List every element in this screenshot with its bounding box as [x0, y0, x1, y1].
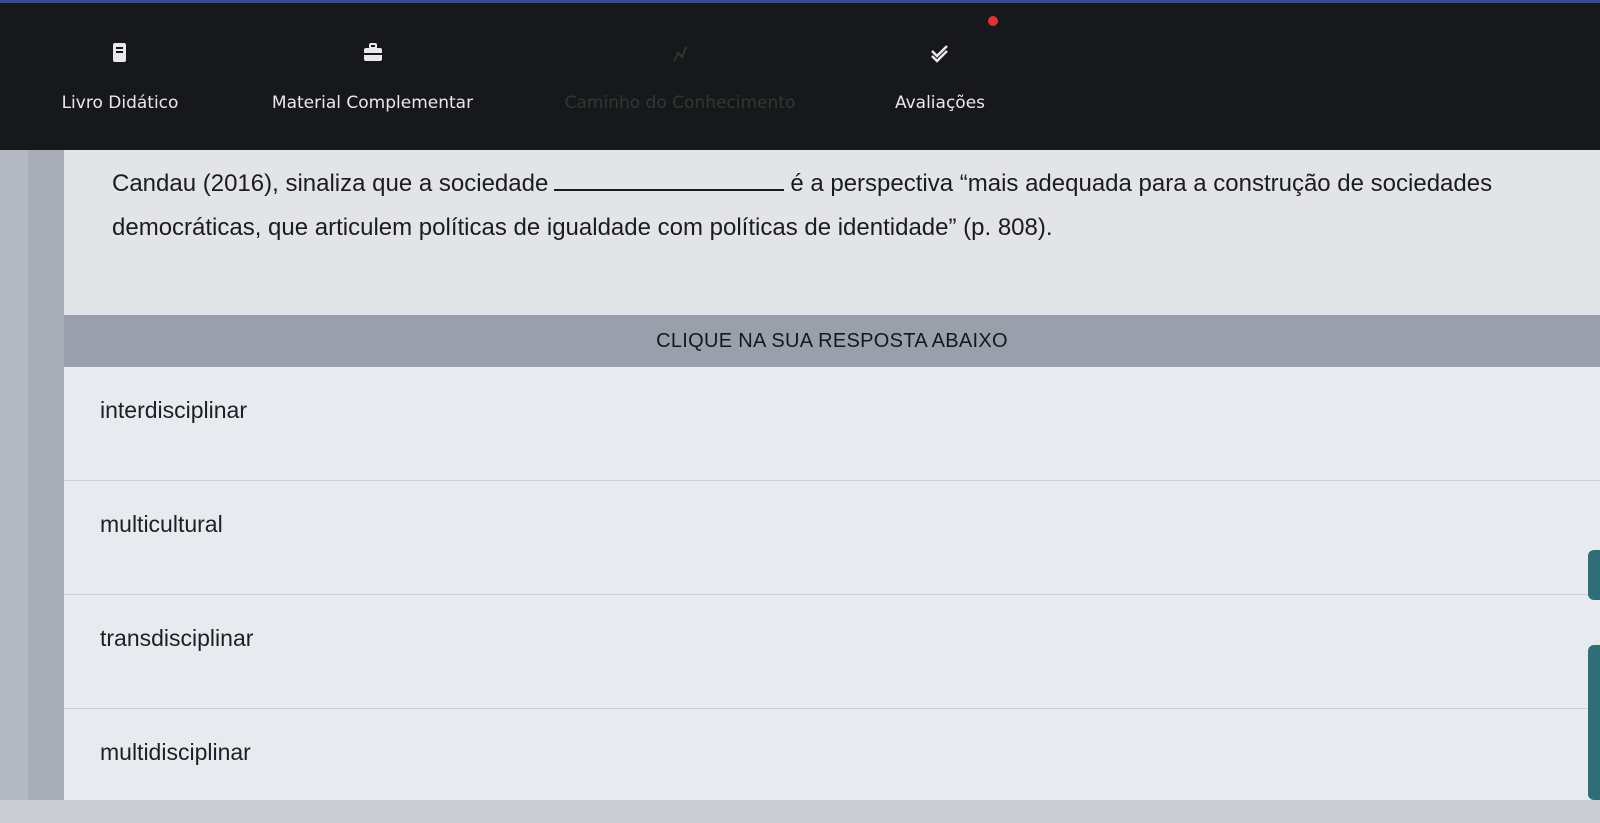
nav-label: Avaliações	[894, 93, 986, 113]
answer-label: multidisciplinar	[100, 739, 251, 765]
answer-option-multicultural[interactable]: multicultural	[64, 481, 1600, 595]
question-text: Candau (2016), sinaliza que a sociedade é…	[112, 162, 1582, 250]
answer-header: CLIQUE NA SUA RESPOSTA ABAIXO	[64, 315, 1600, 367]
question-text-before: Candau (2016), sinaliza que a sociedade	[112, 170, 549, 197]
answer-option-interdisciplinar[interactable]: interdisciplinar	[64, 367, 1600, 481]
nav-label: Material Complementar	[271, 93, 474, 113]
answer-list: interdisciplinar multicultural transdisc…	[64, 367, 1600, 800]
book-icon	[113, 43, 126, 62]
nav-item-avaliacoes[interactable]: Avaliações	[855, 3, 1025, 153]
answer-label: interdisciplinar	[100, 397, 248, 423]
briefcase-icon	[363, 43, 382, 61]
side-collapse-tab[interactable]	[1588, 550, 1600, 600]
answer-option-transdisciplinar[interactable]: transdisciplinar	[64, 595, 1600, 709]
answer-label: multicultural	[100, 511, 223, 537]
notification-dot	[988, 16, 998, 26]
question-blank	[554, 167, 785, 191]
answer-label: transdisciplinar	[100, 625, 254, 651]
answer-option-multidisciplinar[interactable]: multidisciplinar	[64, 709, 1600, 823]
nav-label: Caminho do Conhecimento	[564, 93, 796, 113]
top-navigation: Livro Didático Material Complementar Cam…	[0, 0, 1600, 150]
question-panel: Candau (2016), sinaliza que a sociedade é…	[64, 150, 1600, 315]
left-rail-inner	[28, 150, 64, 800]
nav-item-livro-didatico[interactable]: Livro Didático	[40, 3, 200, 153]
nav-label: Livro Didático	[61, 93, 179, 113]
check-double-icon	[931, 45, 948, 63]
nav-item-caminho-do-conhecimento[interactable]: Caminho do Conhecimento	[540, 3, 820, 153]
nav-item-material-complementar[interactable]: Material Complementar	[250, 3, 495, 153]
side-panel-tab[interactable]	[1588, 645, 1600, 800]
path-icon	[673, 46, 687, 62]
